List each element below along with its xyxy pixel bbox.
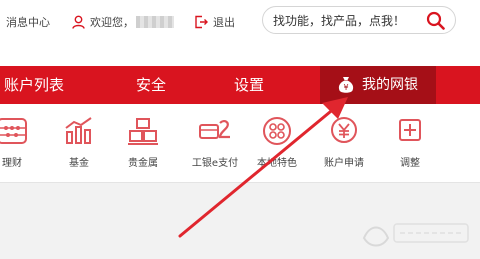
tool-fund-label: 基金 xyxy=(69,158,89,169)
welcome-area: 欢迎您， xyxy=(72,14,174,30)
logout-icon xyxy=(195,15,208,29)
tool-adjust-label: 调整 xyxy=(400,158,420,169)
money-bag-icon: ¥ xyxy=(338,77,354,93)
welcome-label: 欢迎您， xyxy=(90,16,134,29)
quick-tools-bar: 理财 基金 贵金属 工银e支付 本地特色 账户申请 调整 xyxy=(0,104,480,183)
search-input[interactable] xyxy=(271,10,421,32)
nav-security[interactable]: 安全 xyxy=(136,66,166,104)
svg-text:¥: ¥ xyxy=(343,83,348,92)
message-center-label: 消息中心 xyxy=(6,16,50,29)
fund-chart-icon xyxy=(65,117,92,144)
search-box xyxy=(262,6,456,34)
local-feature-icon xyxy=(263,117,291,145)
main-nav: 账户列表 安全 设置 ¥ 我的网银 xyxy=(0,66,480,104)
search-icon[interactable] xyxy=(426,11,445,30)
nav-settings[interactable]: 设置 xyxy=(234,66,264,104)
nav-my-ebank-label: 我的网银 xyxy=(362,77,418,93)
tool-precious-metal[interactable]: 贵金属 xyxy=(111,116,175,169)
tool-wealth[interactable]: 理财 xyxy=(0,116,44,169)
nav-my-ebank[interactable]: ¥ 我的网银 xyxy=(320,66,436,104)
tool-local-feature[interactable]: 本地特色 xyxy=(245,116,309,169)
logout-label: 退出 xyxy=(213,16,235,29)
masked-username xyxy=(136,16,174,28)
message-center-link[interactable]: 消息中心 xyxy=(6,14,50,30)
watermark-logo xyxy=(362,223,469,247)
logout-link[interactable]: 退出 xyxy=(194,14,235,30)
gold-bars-icon xyxy=(128,118,158,145)
tool-account-apply-label: 账户申请 xyxy=(324,158,364,169)
plus-box-icon xyxy=(399,119,421,141)
nav-security-label: 安全 xyxy=(136,76,167,94)
tool-local-feature-label: 本地特色 xyxy=(257,158,297,169)
nav-account-list-label: 账户列表 xyxy=(4,76,65,94)
tool-precious-metal-label: 贵金属 xyxy=(128,158,158,169)
nav-account-list[interactable]: 账户列表 xyxy=(4,66,64,104)
user-icon xyxy=(72,15,85,29)
top-bar: 消息中心 欢迎您， 退出 xyxy=(0,0,480,66)
nav-settings-label: 设置 xyxy=(234,76,265,94)
abacus-icon xyxy=(0,118,27,144)
tool-icbc-epay[interactable]: 工银e支付 xyxy=(183,116,247,169)
e-pay-card-icon xyxy=(199,120,230,139)
tool-wealth-label: 理财 xyxy=(2,158,22,169)
tool-icbc-epay-label: 工银e支付 xyxy=(191,158,239,169)
tool-adjust[interactable]: 调整 xyxy=(378,116,442,169)
tool-account-apply[interactable]: 账户申请 xyxy=(312,116,376,169)
yuan-coin-icon xyxy=(331,117,357,143)
tool-fund[interactable]: 基金 xyxy=(47,116,111,169)
